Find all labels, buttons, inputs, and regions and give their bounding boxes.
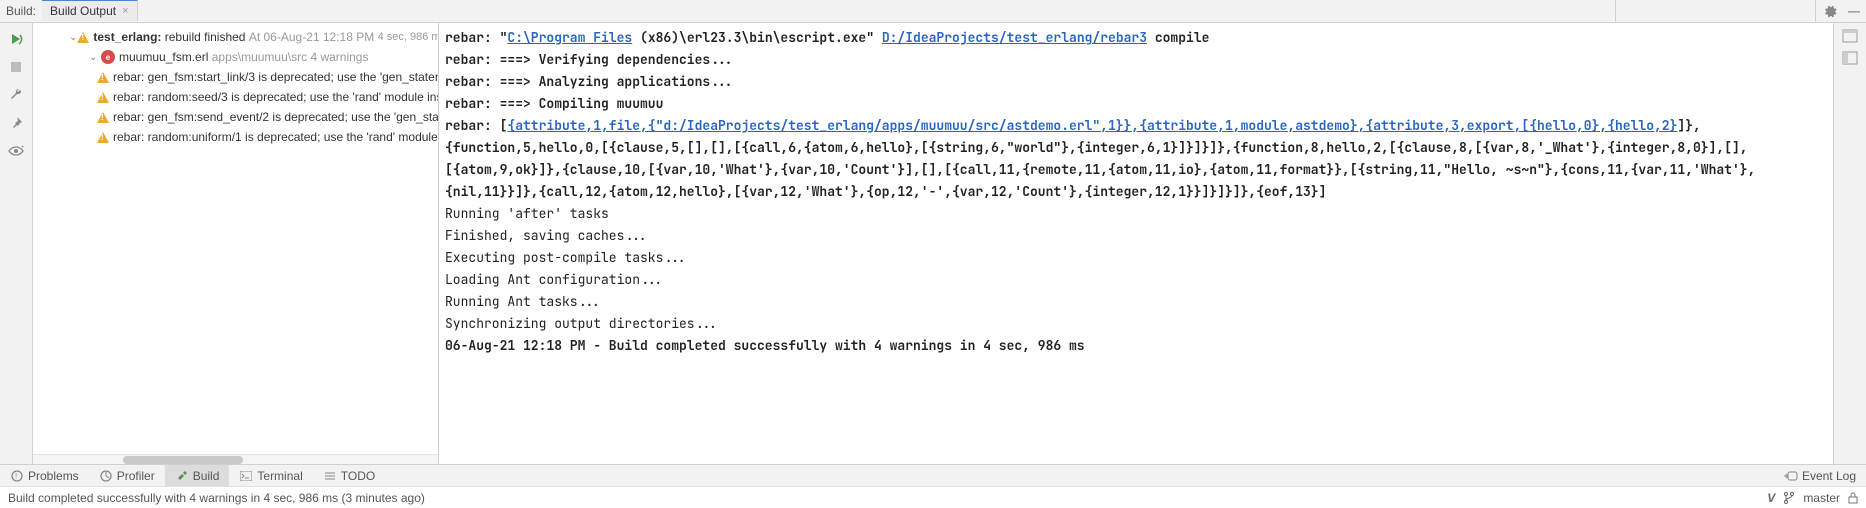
- console-line: rebar: ===> Verifying dependencies...: [445, 49, 1827, 71]
- problems-icon: !: [10, 469, 24, 483]
- horizontal-scrollbar[interactable]: [33, 454, 438, 464]
- tab-problems[interactable]: ! Problems: [0, 465, 89, 486]
- warning-icon: [97, 110, 109, 124]
- left-toolbar: +: [0, 23, 33, 464]
- build-label: Build:: [6, 4, 42, 18]
- todo-icon: [323, 469, 337, 483]
- close-icon[interactable]: ×: [122, 5, 128, 17]
- bottom-toolbar: ! Problems Profiler Build Terminal TODO …: [0, 464, 1866, 486]
- tab-build[interactable]: Build: [165, 465, 230, 486]
- status-bar: Build completed successfully with 4 warn…: [0, 486, 1866, 508]
- erlang-file-icon: e: [101, 50, 115, 64]
- tree-warning[interactable]: rebar: random:seed/3 is deprecated; use …: [33, 87, 438, 107]
- console-line: Running Ant tasks...: [445, 291, 1827, 313]
- chevron-down-icon[interactable]: ⌄: [89, 52, 101, 63]
- header-spacer: [138, 0, 1616, 22]
- console-line: rebar: ===> Analyzing applications...: [445, 71, 1827, 93]
- tab-event-log[interactable]: Event Log: [1774, 469, 1866, 483]
- layout-icon[interactable]: [1842, 29, 1858, 43]
- build-status: rebuild finished: [165, 30, 246, 44]
- console-line: Executing post-compile tasks...: [445, 247, 1827, 269]
- tab-label: Build Output: [50, 4, 116, 18]
- tab-profiler[interactable]: Profiler: [89, 465, 165, 486]
- tab-terminal[interactable]: Terminal: [229, 465, 312, 486]
- profiler-icon: [99, 469, 113, 483]
- build-timestamp: At 06-Aug-21 12:18 PM: [249, 30, 374, 44]
- right-toolbar: [1833, 23, 1866, 464]
- file-warning-count: 4 warnings: [310, 50, 368, 64]
- terminal-icon: [239, 469, 253, 483]
- vcs-icon[interactable]: V: [1767, 491, 1775, 505]
- wrench-icon[interactable]: [8, 87, 24, 103]
- chevron-down-icon[interactable]: ⌄: [69, 32, 77, 43]
- build-console[interactable]: rebar: "C:\Program Files (x86)\erl23.3\b…: [439, 23, 1833, 464]
- console-line: 06-Aug-21 12:18 PM - Build completed suc…: [445, 335, 1827, 357]
- build-header: Build: Build Output × —: [0, 0, 1866, 23]
- tree-warning[interactable]: rebar: gen_fsm:send_event/2 is deprecate…: [33, 107, 438, 127]
- console-line: Loading Ant configuration...: [445, 269, 1827, 291]
- branch-name[interactable]: master: [1803, 491, 1840, 505]
- gear-icon[interactable]: [1822, 3, 1838, 19]
- path-link[interactable]: D:/IdeaProjects/test_erlang/rebar3: [882, 29, 1147, 46]
- warning-text: rebar: random:seed/3 is deprecated; use …: [113, 90, 439, 104]
- warning-icon: [77, 30, 89, 44]
- console-line: Running 'after' tasks: [445, 203, 1827, 225]
- tree-file[interactable]: ⌄ e muumuu_fsm.erl apps\muumuu\src 4 war…: [33, 47, 438, 67]
- ast-link[interactable]: {attribute,1,file,{"d:/IdeaProjects/test…: [507, 117, 1677, 134]
- lock-icon[interactable]: [1848, 492, 1858, 504]
- tab-build-output[interactable]: Build Output ×: [42, 0, 137, 21]
- project-name: test_erlang:: [93, 30, 161, 44]
- minimize-icon[interactable]: —: [1848, 4, 1860, 18]
- tree-warning[interactable]: rebar: gen_fsm:start_link/3 is deprecate…: [33, 67, 438, 87]
- warning-text: rebar: gen_fsm:start_link/3 is deprecate…: [113, 70, 439, 84]
- stop-icon[interactable]: [8, 59, 24, 75]
- build-duration: 4 sec, 986 ms: [378, 31, 439, 43]
- path-link[interactable]: C:\Program Files: [507, 29, 632, 46]
- layout-split-icon[interactable]: [1842, 51, 1858, 65]
- console-line: Finished, saving caches...: [445, 225, 1827, 247]
- warning-icon: [97, 130, 109, 144]
- svg-text:!: !: [15, 472, 17, 481]
- status-message: Build completed successfully with 4 warn…: [8, 491, 425, 505]
- console-line: rebar: ===> Compiling muumuu: [445, 93, 1827, 115]
- eye-icon[interactable]: +: [8, 143, 24, 159]
- warning-icon: [97, 90, 109, 104]
- pin-icon[interactable]: [8, 115, 24, 131]
- event-log-icon: [1784, 469, 1798, 483]
- hammer-icon: [175, 469, 189, 483]
- tree-root[interactable]: ⌄ test_erlang: rebuild finished At 06-Au…: [33, 27, 438, 47]
- build-tree: ⌄ test_erlang: rebuild finished At 06-Au…: [33, 23, 439, 464]
- branch-icon[interactable]: [1783, 491, 1795, 505]
- warning-icon: [97, 70, 109, 84]
- console-line: Synchronizing output directories...: [445, 313, 1827, 335]
- svg-text:+: +: [21, 145, 24, 151]
- file-path: apps\muumuu\src: [212, 50, 307, 64]
- rerun-icon[interactable]: [8, 31, 24, 47]
- tab-todo[interactable]: TODO: [313, 465, 385, 486]
- warning-text: rebar: gen_fsm:send_event/2 is deprecate…: [113, 110, 439, 124]
- warning-text: rebar: random:uniform/1 is deprecated; u…: [113, 130, 439, 144]
- file-name: muumuu_fsm.erl: [119, 50, 208, 64]
- tree-warning[interactable]: rebar: random:uniform/1 is deprecated; u…: [33, 127, 438, 147]
